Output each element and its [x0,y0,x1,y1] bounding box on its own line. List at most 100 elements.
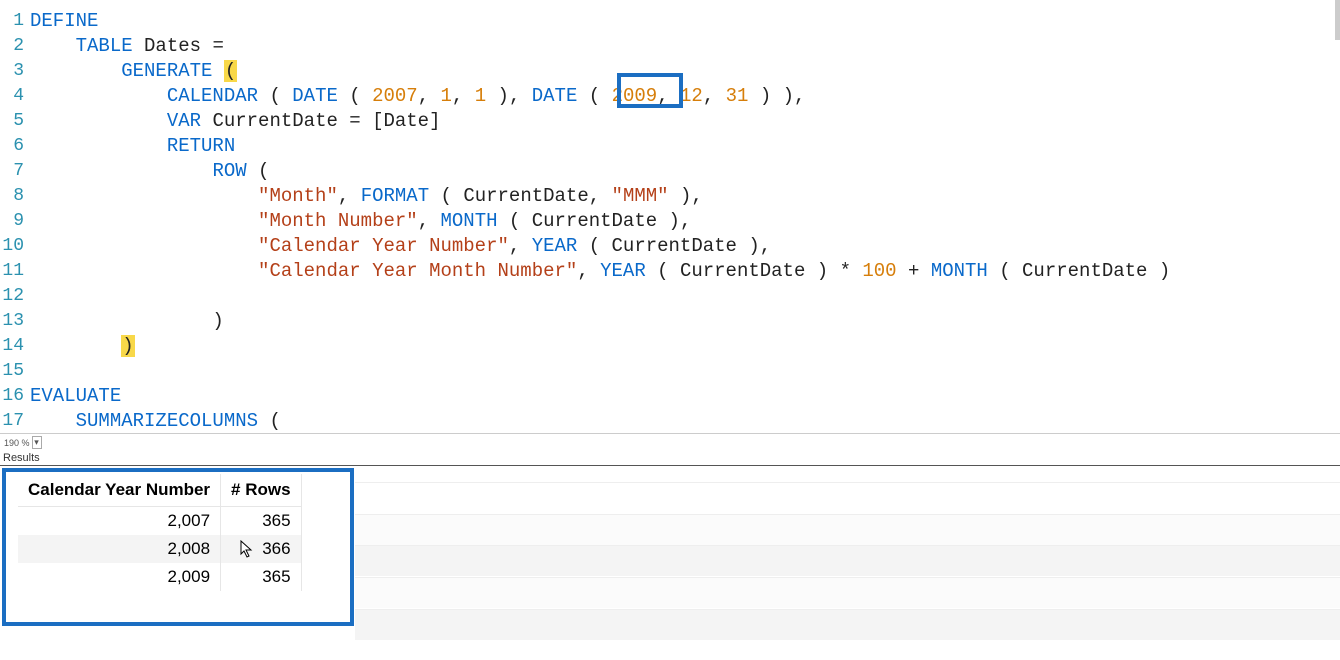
token-punc: ( CurrentDate, [429,185,611,207]
token-fn: FORMAT [361,185,429,207]
token-punc: ( CurrentDate ), [498,210,692,232]
token-bracket-hi: ( [224,60,237,82]
token-fn: CALENDAR [167,85,258,107]
code-line[interactable]: 8 "Month", FORMAT ( CurrentDate, "MMM" )… [0,183,1340,208]
line-number: 7 [0,161,26,181]
code-line[interactable]: 7 ROW ( [0,158,1340,183]
line-number: 6 [0,136,26,156]
code-content[interactable]: TABLE Dates = [26,35,224,57]
token-str: "Calendar Year Month Number" [258,260,577,282]
results-panel-label: Results [0,451,1340,466]
token-punc: , [452,85,475,107]
code-line[interactable]: 17 SUMMARIZECOLUMNS ( [0,408,1340,433]
code-line[interactable]: 6 RETURN [0,133,1340,158]
code-content[interactable]: RETURN [26,135,235,157]
results-stripe [355,482,1340,513]
token-punc: , [338,185,361,207]
token-fn: YEAR [600,260,646,282]
line-number: 4 [0,86,26,106]
line-number: 16 [0,386,26,406]
zoom-dropdown[interactable]: ▾ [32,436,42,449]
token-punc: ) [30,310,224,332]
token-str: "MMM" [612,185,669,207]
token-ident: CurrentDate = [Date] [201,110,440,132]
token-punc: ) ), [748,85,805,107]
token-punc [30,335,121,357]
token-fn: DATE [292,85,338,107]
token-fn: DATE [532,85,578,107]
token-bracket-hi: ) [121,335,134,357]
token-punc: ( [577,85,611,107]
highlight-code-box [617,73,683,108]
code-content[interactable]: "Calendar Year Month Number", YEAR ( Cur… [26,260,1170,282]
token-punc [30,410,76,432]
token-kw: RETURN [167,135,235,157]
code-content[interactable]: ) [26,335,135,357]
code-line[interactable]: 10 "Calendar Year Number", YEAR ( Curren… [0,233,1340,258]
code-content[interactable]: VAR CurrentDate = [Date] [26,110,441,132]
code-content[interactable]: SUMMARIZECOLUMNS ( [26,410,281,432]
line-number: 15 [0,361,26,381]
token-punc [30,60,121,82]
token-kw: DEFINE [30,10,98,32]
token-str: "Calendar Year Number" [258,235,509,257]
code-line[interactable]: 2 TABLE Dates = [0,33,1340,58]
code-line[interactable]: 5 VAR CurrentDate = [Date] [0,108,1340,133]
code-content[interactable]: CALENDAR ( DATE ( 2007, 1, 1 ), DATE ( 2… [26,85,805,107]
token-kw: VAR [167,110,201,132]
token-punc: ( CurrentDate ) [988,260,1170,282]
token-punc: ( [247,160,270,182]
code-content[interactable]: "Month", FORMAT ( CurrentDate, "MMM" ), [26,185,703,207]
code-line[interactable]: 11 "Calendar Year Month Number", YEAR ( … [0,258,1340,283]
token-fn: ROW [212,160,246,182]
token-punc [30,160,212,182]
token-punc: + [897,260,931,282]
highlight-results-box [2,468,354,626]
zoom-level: 190 % [4,438,30,448]
code-content[interactable]: "Calendar Year Number", YEAR ( CurrentDa… [26,235,771,257]
token-punc [30,85,167,107]
token-punc [212,60,223,82]
results-stripe [355,609,1340,640]
token-punc: ( [338,85,372,107]
code-line[interactable]: 9 "Month Number", MONTH ( CurrentDate ), [0,208,1340,233]
code-content[interactable]: EVALUATE [26,385,121,407]
token-punc: , [509,235,532,257]
token-num: 2007 [372,85,418,107]
token-punc [30,185,258,207]
line-number: 13 [0,311,26,331]
token-punc [30,35,76,57]
code-line[interactable]: 16EVALUATE [0,383,1340,408]
code-line[interactable]: 12 [0,283,1340,308]
code-editor[interactable]: 1DEFINE2 TABLE Dates = 3 GENERATE (4 CALE… [0,0,1340,433]
code-line[interactable]: 14 ) [0,333,1340,358]
token-punc: , [703,85,726,107]
line-number: 9 [0,211,26,231]
token-punc: ( CurrentDate ) * [646,260,863,282]
results-stripe [355,577,1340,608]
line-number: 1 [0,11,26,31]
code-content[interactable]: ROW ( [26,160,269,182]
line-number: 10 [0,236,26,256]
token-str: "Month Number" [258,210,418,232]
code-line[interactable]: 1DEFINE [0,8,1340,33]
token-punc: ( [258,85,292,107]
line-number: 14 [0,336,26,356]
line-number: 12 [0,286,26,306]
code-content[interactable]: "Month Number", MONTH ( CurrentDate ), [26,210,691,232]
token-punc [30,210,258,232]
token-punc: , [577,260,600,282]
code-line[interactable]: 13 ) [0,308,1340,333]
code-content[interactable]: DEFINE [26,10,98,32]
code-content[interactable]: ) [26,310,224,332]
code-content[interactable]: GENERATE ( [26,60,237,82]
line-number: 3 [0,61,26,81]
token-punc [30,135,167,157]
line-number: 11 [0,261,26,281]
scrollbar-handle[interactable] [1335,0,1340,40]
token-kw: TABLE [76,35,133,57]
token-num: 12 [680,85,703,107]
token-punc [30,110,167,132]
token-fn: MONTH [931,260,988,282]
code-line[interactable]: 15 [0,358,1340,383]
